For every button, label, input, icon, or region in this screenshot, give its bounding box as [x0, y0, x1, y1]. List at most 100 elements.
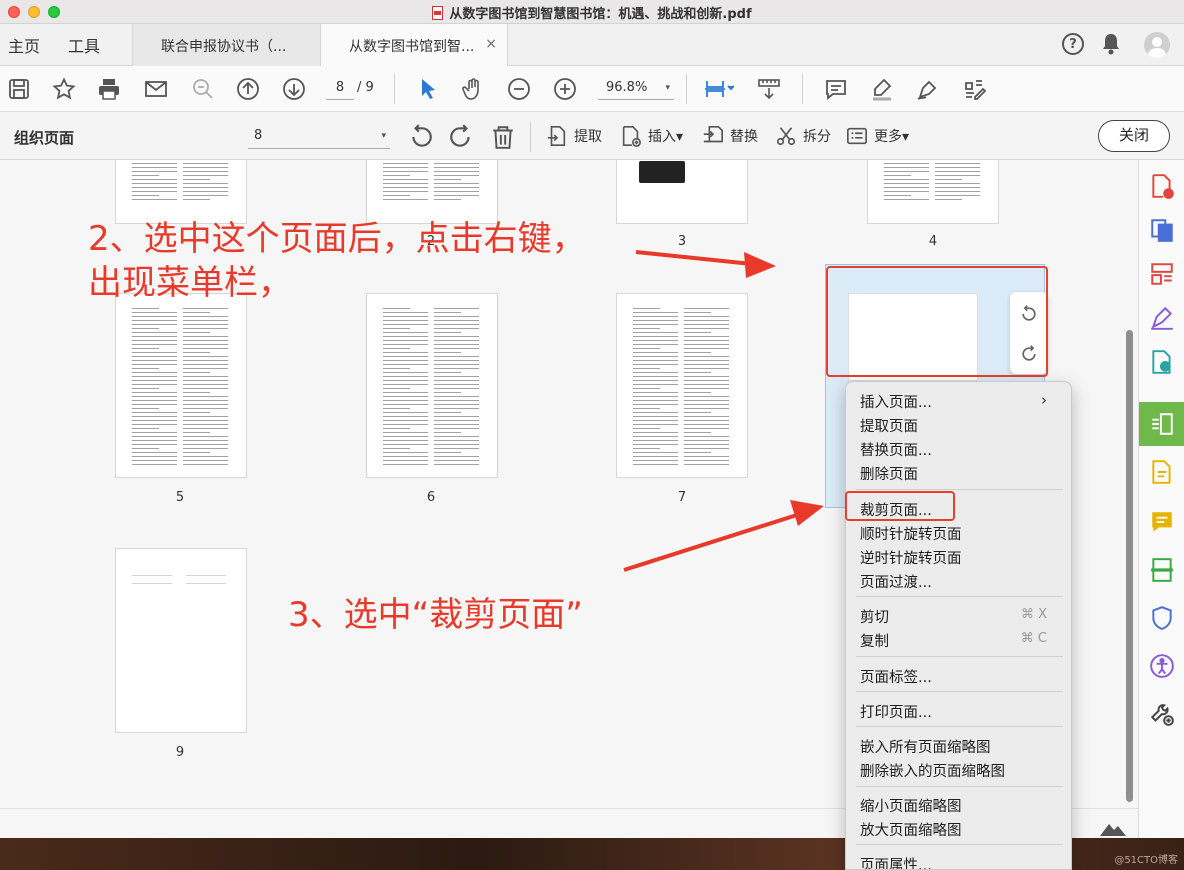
menu-item-extract-pages[interactable]: 提取页面 [860, 415, 918, 436]
replace-button[interactable]: 替换 [702, 124, 758, 148]
close-organize-button[interactable]: 关闭 [1098, 120, 1170, 152]
text-line [633, 348, 660, 349]
star-icon[interactable] [50, 75, 78, 103]
save-icon[interactable] [5, 75, 33, 103]
previous-page-icon[interactable] [234, 75, 262, 103]
text-line [383, 179, 428, 180]
comment-icon[interactable] [822, 75, 850, 103]
text-line [633, 464, 678, 465]
accessibility-icon[interactable] [1139, 644, 1184, 688]
menu-item-label: 插入页面... [860, 395, 932, 411]
vertical-scrollbar[interactable] [1126, 330, 1133, 802]
next-page-icon[interactable] [280, 75, 308, 103]
text-line [383, 372, 428, 373]
page-number-input[interactable]: 8 [326, 76, 354, 100]
text-line [183, 372, 210, 373]
text-line [132, 440, 177, 441]
close-tab-icon[interactable]: × [485, 36, 497, 52]
menu-item-remove-embedded-thumbnails[interactable]: 删除嵌入的页面缩略图 [860, 760, 1005, 781]
bell-icon[interactable] [1100, 32, 1122, 60]
page-thumbnail-7[interactable] [616, 293, 748, 478]
page-thumbnail-3[interactable] [616, 160, 748, 224]
text-line [383, 352, 428, 353]
zoom-in-icon[interactable] [551, 75, 579, 103]
text-line [183, 452, 210, 453]
zoom-search-icon[interactable] [189, 75, 217, 103]
highlight-icon[interactable] [868, 75, 896, 103]
menu-item-rotate-counterclockwise[interactable]: 逆时针旋转页面 [860, 547, 962, 568]
comment-tool-icon[interactable] [1139, 450, 1184, 494]
rotate-left-icon[interactable] [408, 124, 434, 150]
menu-item-page-properties[interactable]: 页面属性... [860, 854, 932, 869]
menu-item-embed-thumbnails[interactable]: 嵌入所有页面缩略图 [860, 736, 991, 757]
window-title-bar: 从数字图书馆到智慧图书馆：机遇、挑战和创新.pdf [0, 0, 1184, 24]
comment-bubble-icon[interactable] [1139, 500, 1184, 544]
text-line [434, 183, 479, 184]
text-line [132, 163, 177, 164]
scroll-mode-icon[interactable] [755, 75, 783, 103]
text-line [434, 163, 479, 164]
help-icon[interactable]: ? [1062, 33, 1084, 55]
nav-home-tab[interactable]: 主页 [8, 33, 40, 57]
zoom-level-value: 96.8% [606, 80, 648, 95]
mail-icon[interactable] [142, 75, 170, 103]
document-tab-active[interactable]: 从数字图书馆到智... × [320, 24, 508, 66]
print-icon[interactable] [95, 75, 123, 103]
menu-item-page-labels[interactable]: 页面标签... [860, 666, 932, 687]
export-pdf-icon[interactable] [1139, 340, 1184, 384]
sign-pen-icon[interactable] [914, 75, 942, 103]
menu-item-page-transitions[interactable]: 页面过渡... [860, 571, 932, 592]
protect-shield-icon[interactable] [1139, 596, 1184, 640]
menu-item-copy[interactable]: 复制 ⌘ C [860, 630, 1059, 651]
text-line [183, 440, 228, 441]
edit-pdf-icon[interactable] [960, 75, 988, 103]
text-line [633, 444, 678, 445]
organize-layout-icon[interactable] [1139, 252, 1184, 296]
page-range-value: 8 [254, 128, 263, 143]
scan-ocr-icon[interactable] [1139, 548, 1184, 592]
page-thumbnail-1[interactable] [115, 160, 247, 224]
menu-item-delete-pages[interactable]: 删除页面 [860, 463, 918, 484]
hand-tool-icon[interactable] [459, 75, 487, 103]
text-line [132, 583, 172, 584]
page-fit-icon[interactable] [698, 75, 738, 103]
text-line [132, 179, 177, 180]
trash-icon[interactable] [490, 124, 516, 150]
extract-button[interactable]: 提取 [546, 124, 602, 148]
text-line [132, 360, 177, 361]
text-line [434, 420, 479, 421]
more-tools-icon[interactable] [1139, 692, 1184, 736]
thumbnail-size-icon[interactable] [1100, 820, 1126, 840]
page-thumbnail-4[interactable] [867, 160, 999, 224]
page-thumbnail-9[interactable] [115, 548, 247, 733]
user-avatar[interactable] [1144, 32, 1170, 58]
text-line [684, 412, 711, 413]
more-button[interactable]: 更多▾ [846, 124, 909, 148]
menu-item-cut[interactable]: 剪切 ⌘ X [860, 606, 1059, 627]
zoom-out-icon[interactable] [505, 75, 533, 103]
select-cursor-icon[interactable] [414, 75, 442, 103]
document-tab-agreement[interactable]: 联合申报协议书（... [132, 24, 320, 66]
menu-item-replace-pages[interactable]: 替换页面... [860, 439, 932, 460]
page-thumbnail-5[interactable] [115, 293, 247, 478]
menu-item-print-pages[interactable]: 打印页面... [860, 701, 932, 722]
fill-sign-icon[interactable] [1139, 296, 1184, 340]
split-button[interactable]: 拆分 [775, 124, 831, 148]
create-pdf-icon[interactable] [1139, 164, 1184, 208]
insert-button[interactable]: 插入▾ [620, 124, 683, 148]
page-thumbnail-6[interactable] [366, 293, 498, 478]
menu-item-reduce-thumbnails[interactable]: 缩小页面缩略图 [860, 795, 962, 816]
zoom-level-select[interactable]: 96.8% ▾ [598, 76, 674, 100]
page-thumbnail-2[interactable] [366, 160, 498, 224]
menu-item-rotate-clockwise[interactable]: 顺时针旋转页面 [860, 523, 962, 544]
text-line [684, 312, 711, 313]
combine-files-icon[interactable] [1139, 208, 1184, 252]
text-line [132, 392, 177, 393]
menu-item-enlarge-thumbnails[interactable]: 放大页面缩略图 [860, 819, 962, 840]
text-line [183, 312, 210, 313]
rotate-right-icon[interactable] [448, 124, 474, 150]
organize-pages-icon[interactable] [1139, 402, 1184, 446]
page-range-select[interactable]: 8 ▾ [248, 123, 390, 149]
menu-item-insert-pages[interactable]: 插入页面... › [860, 391, 1059, 412]
nav-tools-tab[interactable]: 工具 [68, 33, 100, 57]
